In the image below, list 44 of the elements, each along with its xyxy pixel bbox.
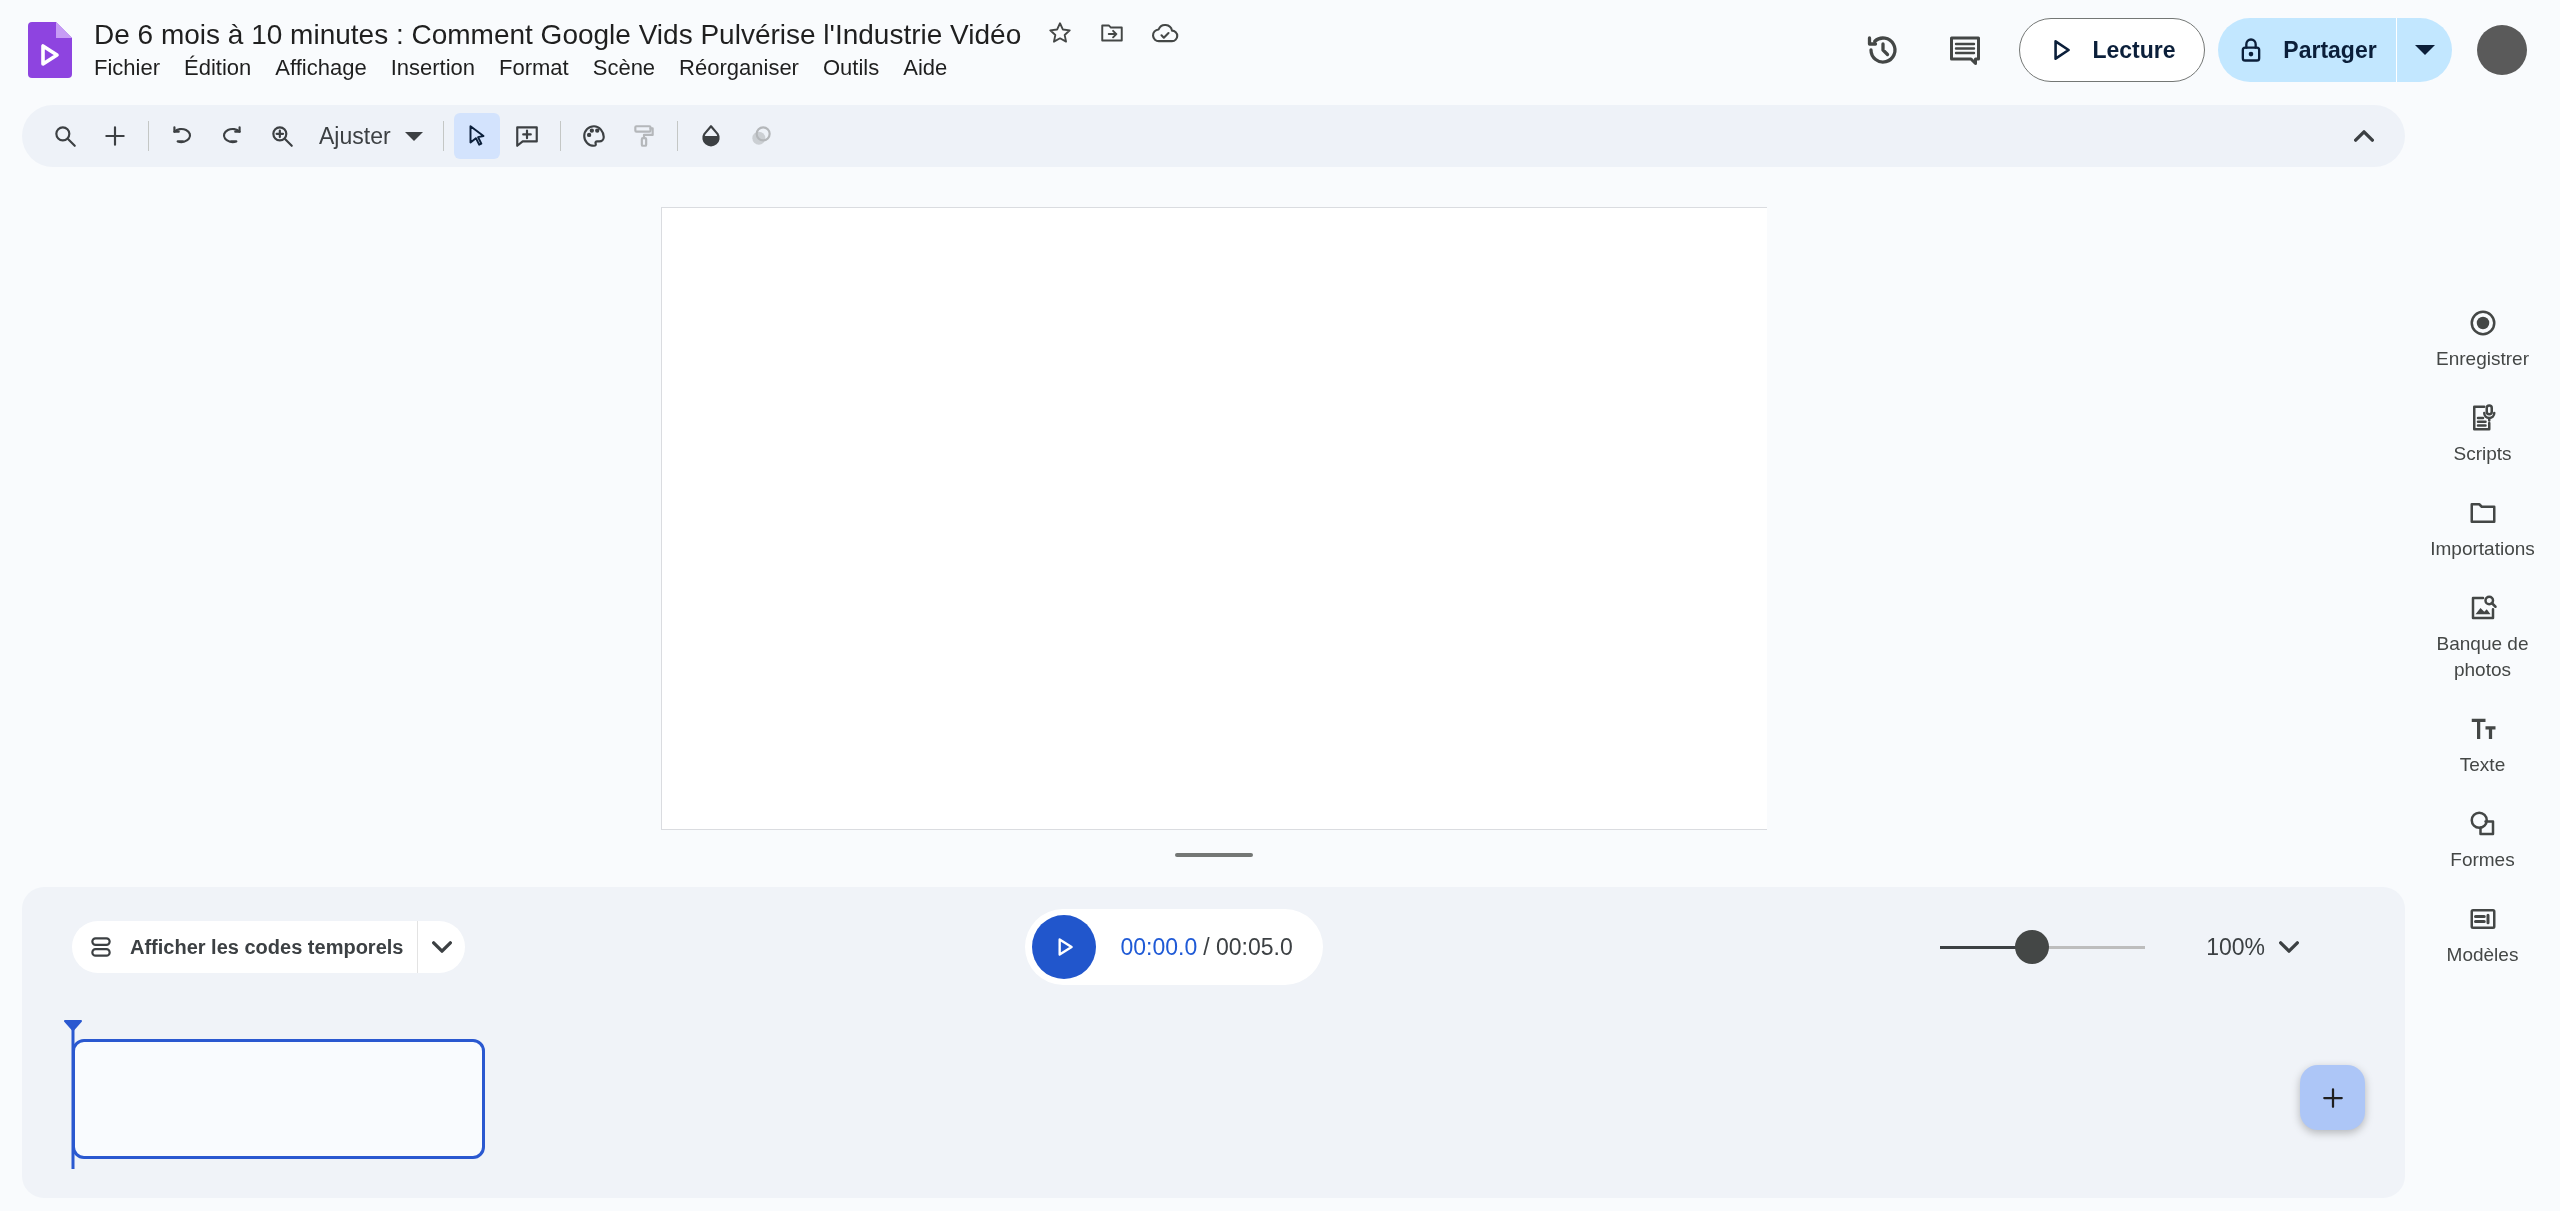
playhead[interactable] <box>64 1019 82 1169</box>
share-options-button[interactable] <box>2396 18 2452 82</box>
menu-item[interactable]: Affichage <box>275 55 367 81</box>
menu-item[interactable]: Fichier <box>94 55 160 81</box>
play-button[interactable]: Lecture <box>2019 18 2205 82</box>
chevron-up-icon <box>2354 130 2374 142</box>
sidebar-item[interactable]: Formes <box>2407 809 2558 873</box>
sidebar-item[interactable]: Scripts <box>2407 403 2558 467</box>
search-icon <box>52 123 78 149</box>
timecodes-icon <box>88 934 114 960</box>
zoom-dropdown[interactable]: Ajuster <box>309 113 433 159</box>
sidebar-item[interactable]: Texte <box>2407 714 2558 778</box>
scene-clip[interactable] <box>72 1039 485 1159</box>
star-icon <box>1047 20 1074 46</box>
plus-icon <box>102 123 128 149</box>
zoom-in-icon <box>269 123 295 149</box>
share-button[interactable]: Partager <box>2218 18 2396 82</box>
play-button[interactable] <box>1032 915 1097 979</box>
sidebar-item[interactable]: Modèles <box>2407 904 2558 968</box>
sidebar-item[interactable]: Importations <box>2407 498 2558 562</box>
slider-thumb[interactable] <box>2015 930 2050 964</box>
palette-icon <box>580 123 607 149</box>
add-comment-icon <box>513 123 540 149</box>
menu-item[interactable]: Format <box>499 55 569 81</box>
menu-item[interactable]: Scène <box>592 55 656 81</box>
menu-item[interactable]: Insertion <box>390 55 476 81</box>
caret-icon <box>2414 45 2435 55</box>
zoom-level-dropdown[interactable]: 100% <box>2200 932 2305 962</box>
app-logo-icon[interactable] <box>28 22 72 78</box>
caret-icon <box>404 131 423 141</box>
chevron-down-icon <box>431 941 452 953</box>
document-title[interactable]: De 6 mois à 10 minutes : Comment Google Vids Pulvérise l'Industrie Vidéo <box>94 19 1022 51</box>
avatar[interactable] <box>2477 25 2527 75</box>
menu-item[interactable]: Édition <box>184 55 252 81</box>
chevron-down-icon <box>2279 941 2299 953</box>
current-time: 00:00.0 <box>1120 933 1198 961</box>
cursor-button[interactable] <box>453 113 500 159</box>
menu-item[interactable]: Outils <box>822 55 880 81</box>
sidebar-item[interactable]: Banque de photos <box>2407 593 2558 683</box>
resize-handle[interactable] <box>1174 853 1253 857</box>
sidebar-item[interactable]: Enregistrer <box>2407 308 2558 372</box>
menu-item[interactable]: Aide <box>903 55 948 81</box>
menu-item[interactable]: Réorganiser <box>679 55 799 81</box>
total-duration: / 00:05.0 <box>1203 933 1293 961</box>
